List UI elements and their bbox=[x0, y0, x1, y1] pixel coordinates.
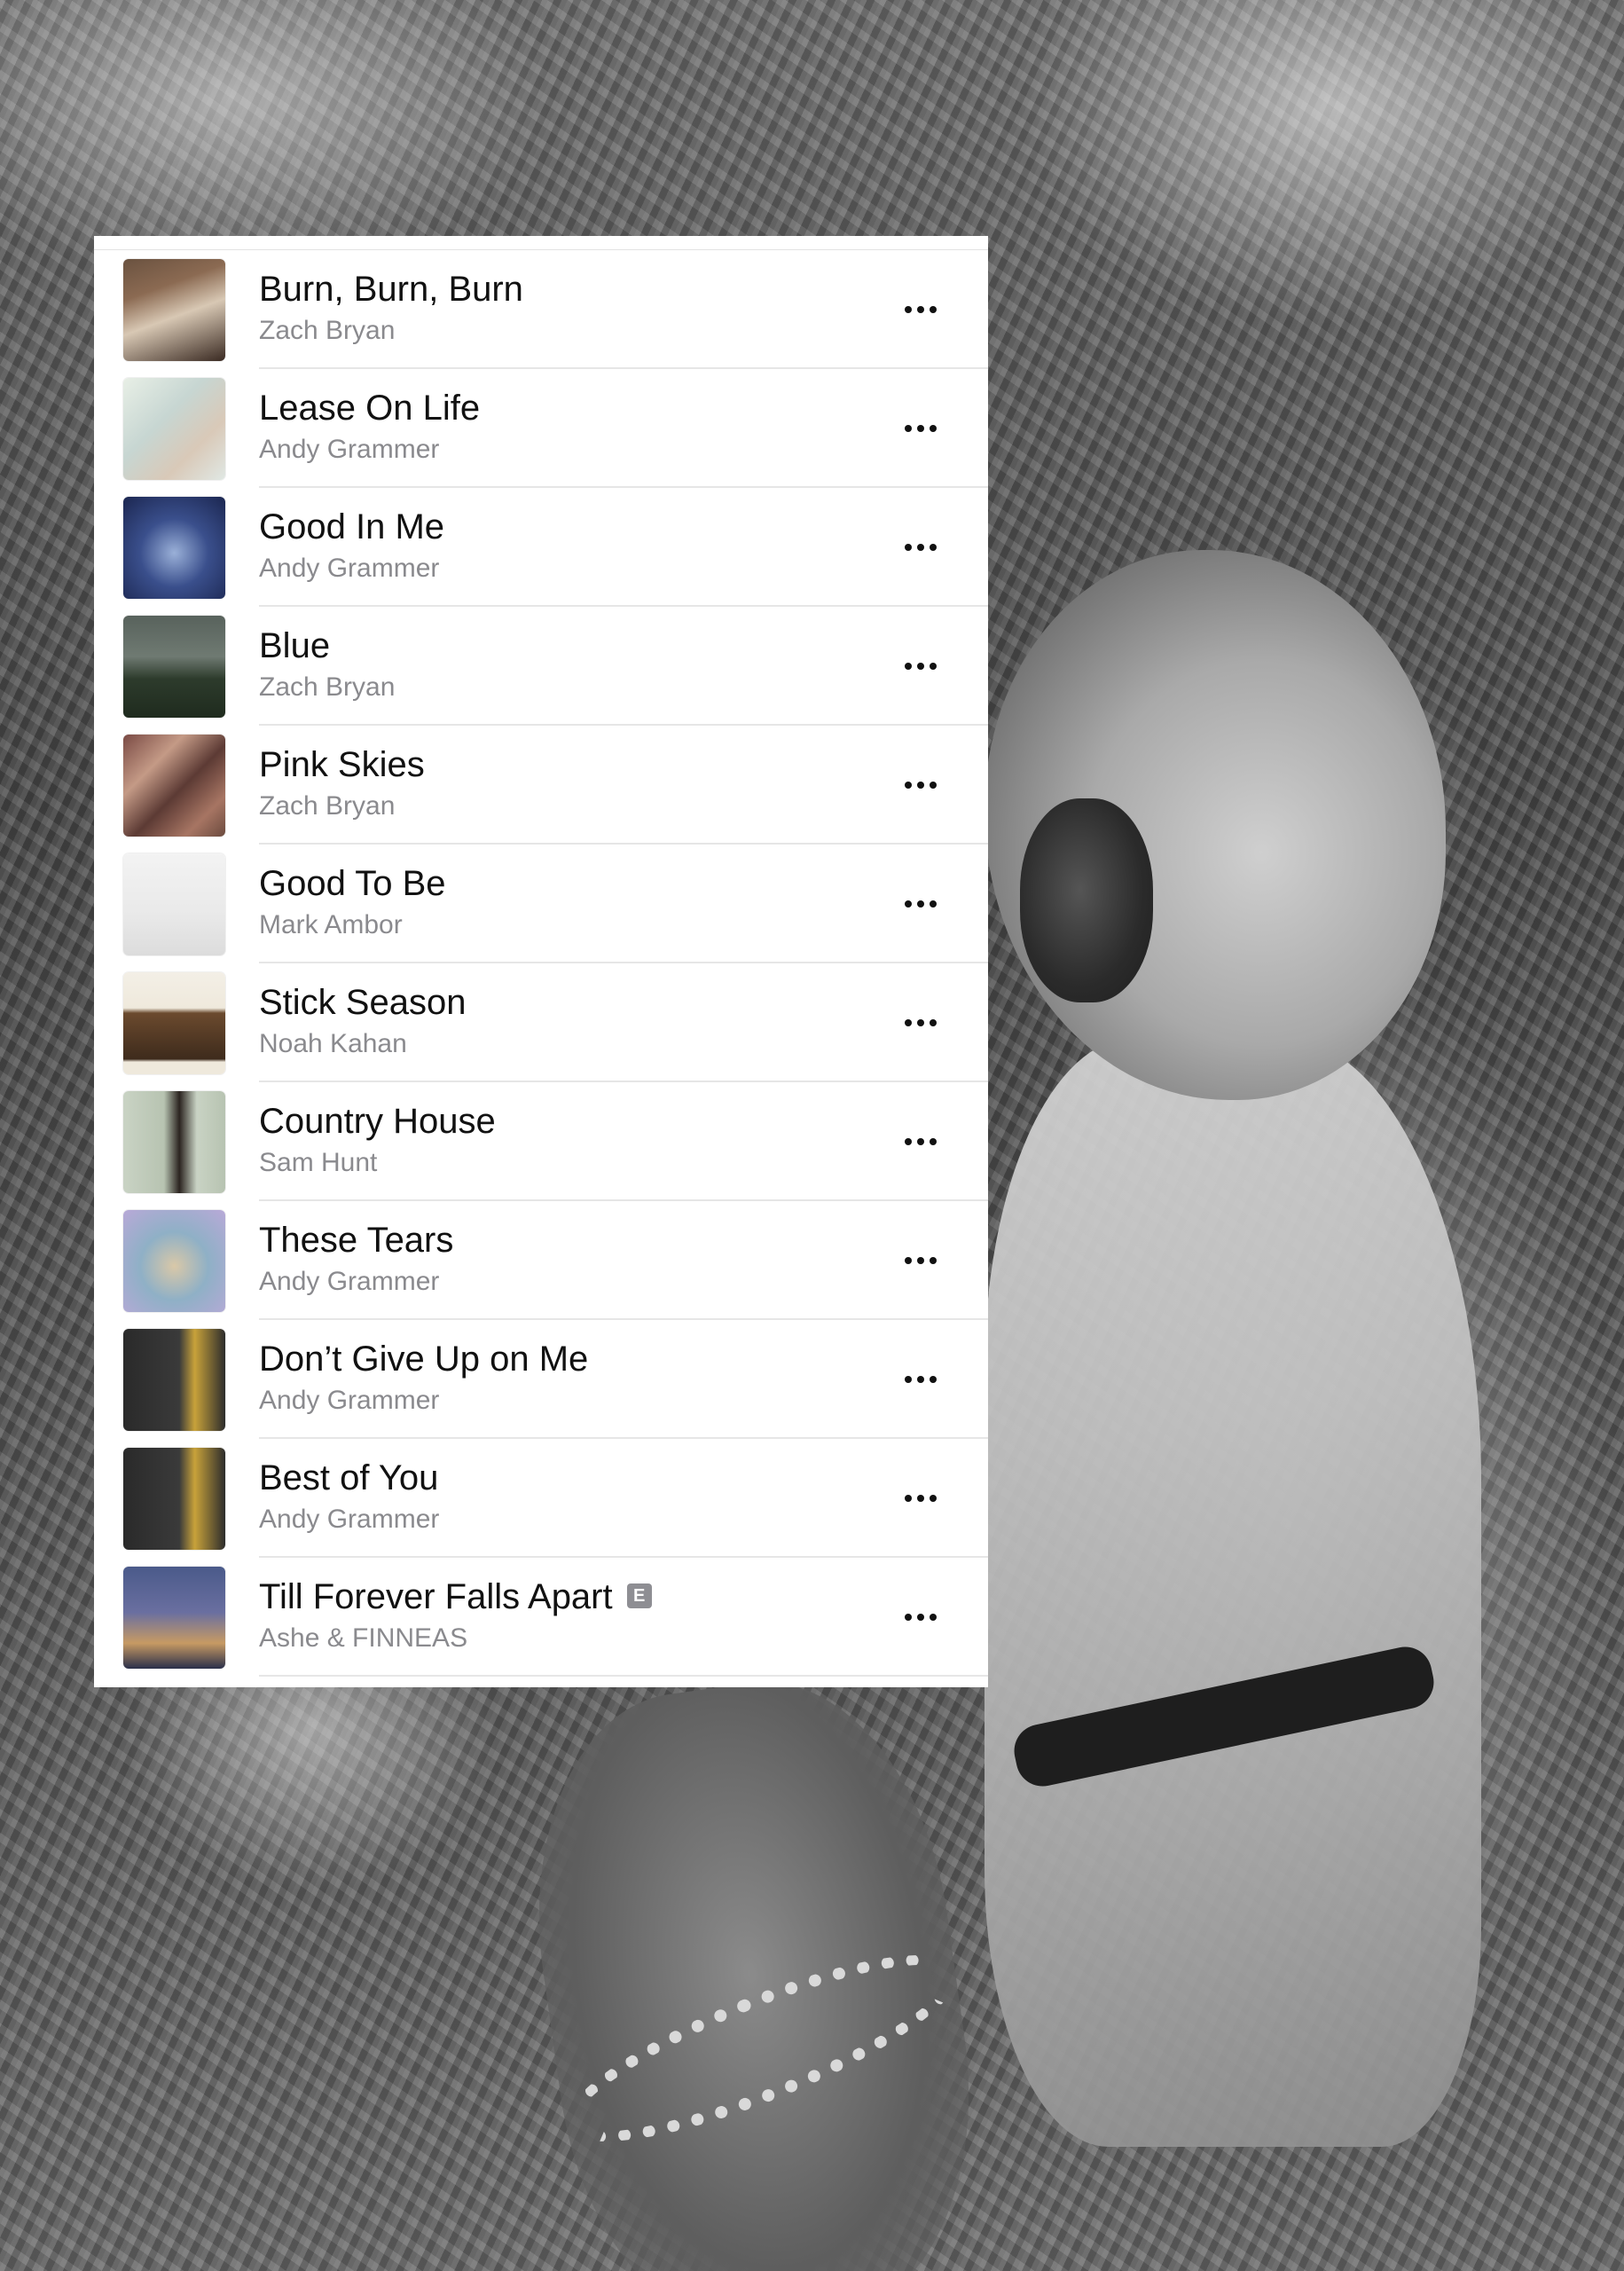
track-title: These Tears bbox=[259, 1221, 454, 1260]
track-title: Till Forever Falls Apart E bbox=[259, 1576, 652, 1618]
album-art-icon bbox=[123, 259, 225, 361]
track-artist: Zach Bryan bbox=[259, 791, 396, 821]
track-row[interactable]: Don’t Give Up on Me Andy Grammer bbox=[94, 1320, 988, 1439]
track-row[interactable]: Lease On Life Andy Grammer bbox=[94, 369, 988, 488]
runner-body bbox=[985, 1038, 1481, 2147]
track-row[interactable]: Pink Skies Zach Bryan bbox=[94, 726, 988, 845]
ellipsis-icon[interactable] bbox=[892, 1599, 949, 1635]
track-artist: Andy Grammer bbox=[259, 1267, 440, 1296]
album-art-icon bbox=[123, 1448, 225, 1550]
ellipsis-icon[interactable] bbox=[892, 530, 949, 565]
track-title: Don’t Give Up on Me bbox=[259, 1340, 589, 1379]
ellipsis-icon[interactable] bbox=[892, 1243, 949, 1278]
track-row[interactable]: Good To Be Mark Ambor bbox=[94, 845, 988, 963]
track-artist: Andy Grammer bbox=[259, 554, 440, 583]
ellipsis-icon[interactable] bbox=[892, 886, 949, 922]
track-row[interactable]: Blue Zach Bryan bbox=[94, 607, 988, 726]
explicit-badge-icon: E bbox=[626, 1583, 652, 1609]
track-title-text: Till Forever Falls Apart bbox=[259, 1577, 613, 1616]
track-artist: Zach Bryan bbox=[259, 316, 396, 345]
album-art-icon bbox=[123, 1210, 225, 1312]
track-artist: Andy Grammer bbox=[259, 1505, 440, 1534]
ellipsis-icon[interactable] bbox=[892, 292, 949, 327]
track-row[interactable]: Stick Season Noah Kahan bbox=[94, 963, 988, 1082]
track-row[interactable]: Best of You Andy Grammer bbox=[94, 1439, 988, 1558]
ellipsis-icon[interactable] bbox=[892, 1481, 949, 1516]
track-artist: Mark Ambor bbox=[259, 910, 403, 939]
track-title: Stick Season bbox=[259, 983, 467, 1022]
album-art-icon bbox=[123, 735, 225, 837]
album-art-icon bbox=[123, 1567, 225, 1669]
album-art-icon bbox=[123, 1329, 225, 1431]
playlist-panel: Burn, Burn, Burn Zach Bryan Lease On Lif… bbox=[94, 236, 988, 1687]
track-artist: Andy Grammer bbox=[259, 435, 440, 464]
track-title: Lease On Life bbox=[259, 389, 481, 428]
ellipsis-icon[interactable] bbox=[892, 1124, 949, 1159]
album-art-icon bbox=[123, 378, 225, 480]
track-row[interactable]: Country House Sam Hunt bbox=[94, 1082, 988, 1201]
track-artist: Ashe & FINNEAS bbox=[259, 1623, 468, 1653]
track-row[interactable]: Burn, Burn, Burn Zach Bryan bbox=[94, 250, 988, 369]
album-art-icon bbox=[123, 853, 225, 955]
track-title: Best of You bbox=[259, 1458, 439, 1497]
album-art-icon bbox=[123, 616, 225, 718]
album-art-icon bbox=[123, 972, 225, 1074]
track-title: Blue bbox=[259, 626, 331, 665]
track-title: Pink Skies bbox=[259, 745, 425, 784]
ellipsis-icon[interactable] bbox=[892, 411, 949, 446]
album-art-icon bbox=[123, 1091, 225, 1193]
ellipsis-icon[interactable] bbox=[892, 1005, 949, 1041]
track-artist: Noah Kahan bbox=[259, 1029, 407, 1058]
track-title: Good To Be bbox=[259, 864, 446, 903]
headphones bbox=[1020, 798, 1153, 1002]
track-row[interactable]: Till Forever Falls Apart E Ashe & FINNEAS bbox=[94, 1558, 988, 1677]
track-artist: Sam Hunt bbox=[259, 1148, 378, 1177]
ellipsis-icon[interactable] bbox=[892, 648, 949, 684]
track-list: Burn, Burn, Burn Zach Bryan Lease On Lif… bbox=[94, 250, 988, 1677]
track-row[interactable]: These Tears Andy Grammer bbox=[94, 1201, 988, 1320]
track-row[interactable]: Good In Me Andy Grammer bbox=[94, 488, 988, 607]
album-art-icon bbox=[123, 497, 225, 599]
track-title: Country House bbox=[259, 1102, 496, 1141]
row-divider bbox=[259, 1675, 988, 1677]
ellipsis-icon[interactable] bbox=[892, 767, 949, 803]
track-artist: Andy Grammer bbox=[259, 1386, 440, 1415]
track-artist: Zach Bryan bbox=[259, 672, 396, 702]
track-title: Burn, Burn, Burn bbox=[259, 270, 523, 309]
track-title: Good In Me bbox=[259, 507, 445, 546]
ellipsis-icon[interactable] bbox=[892, 1362, 949, 1397]
